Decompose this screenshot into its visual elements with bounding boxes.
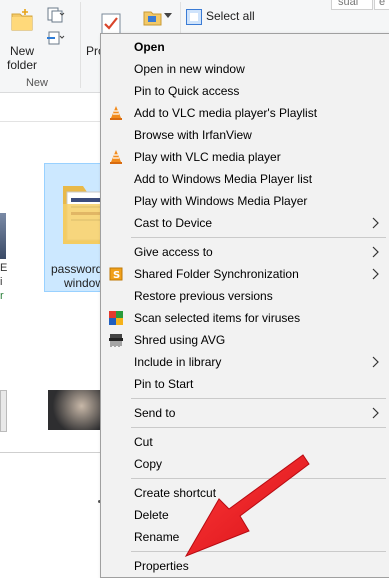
menu-item-cut[interactable]: Cut xyxy=(101,431,389,453)
menu-item-pin-to-start[interactable]: Pin to Start xyxy=(101,373,389,395)
menu-item-open[interactable]: Open xyxy=(101,36,389,58)
menu-separator xyxy=(131,398,386,399)
menu-item-shared-folder-sync[interactable]: S Shared Folder Synchronization xyxy=(101,263,389,285)
menu-item-label: Cast to Device xyxy=(134,216,213,230)
menu-item-label: Cut xyxy=(134,435,153,449)
menu-item-delete[interactable]: Delete xyxy=(101,504,389,526)
menu-item-send-to[interactable]: Send to xyxy=(101,402,389,424)
sync-s-icon: S xyxy=(109,267,123,281)
menu-item-label: Send to xyxy=(134,406,176,420)
easy-access-icon[interactable] xyxy=(46,30,66,46)
partial-file-label: E xyxy=(0,262,8,274)
menu-item-scan-viruses[interactable]: Scan selected items for viruses xyxy=(101,307,389,329)
menu-item-restore-previous[interactable]: Restore previous versions xyxy=(101,285,389,307)
menu-item-label: Add to Windows Media Player list xyxy=(134,172,313,186)
avg-shield-icon xyxy=(109,311,123,325)
menu-item-label: Give access to xyxy=(134,245,213,259)
new-folder-button[interactable]: New folder xyxy=(0,0,46,74)
menu-item-label: Restore previous versions xyxy=(134,289,273,303)
menu-item-add-wmp-list[interactable]: Add to Windows Media Player list xyxy=(101,168,389,190)
submenu-chevron-icon xyxy=(372,407,379,419)
menu-item-create-shortcut[interactable]: Create shortcut xyxy=(101,482,389,504)
menu-item-label: Shred using AVG xyxy=(134,333,226,347)
menu-item-label: Open in new window xyxy=(134,62,245,76)
menu-item-label: Add to VLC media player's Playlist xyxy=(134,106,318,120)
menu-separator xyxy=(131,237,386,238)
menu-item-play-wmp[interactable]: Play with Windows Media Player xyxy=(101,190,389,212)
submenu-chevron-icon xyxy=(372,268,379,280)
menu-item-pin-quick-access[interactable]: Pin to Quick access xyxy=(101,80,389,102)
submenu-chevron-icon xyxy=(372,246,379,258)
menu-separator xyxy=(131,427,386,428)
shredder-icon xyxy=(109,334,123,347)
selected-folder-item[interactable]: password window xyxy=(44,163,109,292)
tab-visual-partial[interactable]: sual xyxy=(331,0,373,10)
file-thumbnail[interactable] xyxy=(0,390,7,432)
new-folder-label-line1: New xyxy=(9,44,34,58)
ribbon-separator xyxy=(80,2,81,88)
open-dropdown-chevron-icon[interactable] xyxy=(164,13,172,19)
menu-item-label: Rename xyxy=(134,530,180,544)
menu-item-label: Play with Windows Media Player xyxy=(134,194,308,208)
vlc-cone-icon xyxy=(110,106,122,120)
submenu-chevron-icon xyxy=(372,217,379,229)
menu-item-play-vlc[interactable]: Play with VLC media player xyxy=(101,146,389,168)
svg-text:S: S xyxy=(113,270,120,281)
menu-item-label: Include in library xyxy=(134,355,222,369)
menu-item-label: Shared Folder Synchronization xyxy=(134,267,299,281)
vlc-cone-icon xyxy=(110,150,122,164)
partial-file-thumbnail[interactable] xyxy=(0,213,6,259)
folder-name-line1: password xyxy=(51,262,103,276)
menu-item-label: Copy xyxy=(134,457,163,471)
menu-item-label: Open xyxy=(134,40,165,54)
new-folder-icon xyxy=(11,9,33,31)
menu-item-vlc-playlist[interactable]: Add to VLC media player's Playlist xyxy=(101,102,389,124)
menu-item-include-library[interactable]: Include in library xyxy=(101,351,389,373)
window-edge xyxy=(0,452,105,453)
menu-item-label: Delete xyxy=(134,508,169,522)
menu-item-shred-avg[interactable]: Shred using AVG xyxy=(101,329,389,351)
menu-item-label: Browse with IrfanView xyxy=(134,128,252,142)
context-menu: Open Open in new window Pin to Quick acc… xyxy=(100,33,389,578)
partial-file-label: i xyxy=(0,276,3,288)
menu-item-label: Create shortcut xyxy=(134,486,217,500)
menu-separator xyxy=(131,478,386,479)
open-icon[interactable] xyxy=(143,8,163,26)
tab-partial[interactable]: e xyxy=(374,0,389,10)
folder-name-line2: window xyxy=(64,276,105,290)
new-folder-label-line2: folder xyxy=(6,58,38,72)
menu-item-label: Properties xyxy=(134,559,189,573)
partial-file-label: r xyxy=(0,290,4,302)
menu-item-open-new-window[interactable]: Open in new window xyxy=(101,58,389,80)
submenu-chevron-icon xyxy=(372,356,379,368)
menu-item-give-access[interactable]: Give access to xyxy=(101,241,389,263)
menu-item-rename[interactable]: Rename xyxy=(101,526,389,548)
menu-item-browse-irfanview[interactable]: Browse with IrfanView xyxy=(101,124,389,146)
menu-item-cast-to-device[interactable]: Cast to Device xyxy=(101,212,389,234)
group-new-label: New xyxy=(25,77,48,89)
select-all-icon xyxy=(186,9,202,25)
new-item-icon[interactable] xyxy=(46,7,66,23)
menu-item-label: Scan selected items for viruses xyxy=(134,311,301,325)
image-thumbnail[interactable] xyxy=(48,390,104,430)
menu-item-label: Play with VLC media player xyxy=(134,150,281,164)
menu-item-label: Pin to Start xyxy=(134,377,194,391)
menu-item-copy[interactable]: Copy xyxy=(101,453,389,475)
menu-item-label: Pin to Quick access xyxy=(134,84,240,98)
select-all-label: Select all xyxy=(206,9,255,23)
menu-separator xyxy=(131,551,386,552)
